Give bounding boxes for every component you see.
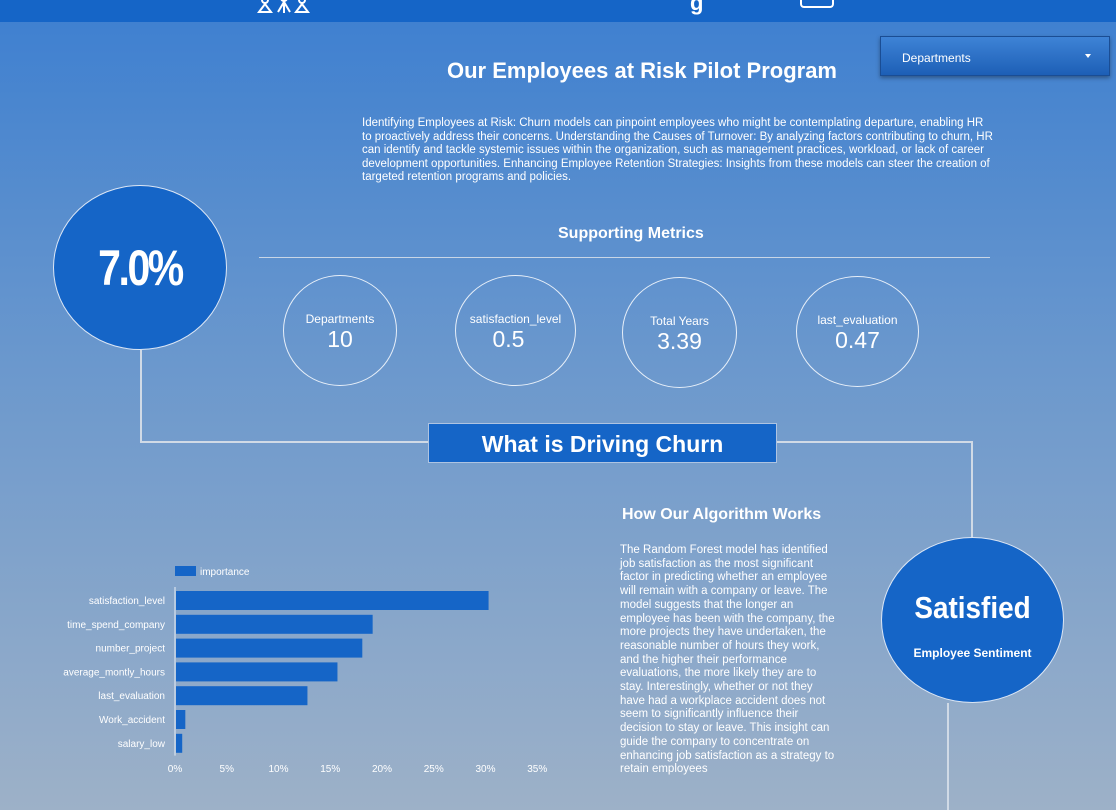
- bar: [176, 591, 489, 610]
- x-tick-label: 25%: [424, 764, 444, 775]
- category-label: salary_low: [118, 739, 166, 750]
- feature-importance-chart: importance satisfaction_level time_spend_c…: [63, 566, 547, 775]
- connector-line: [140, 441, 428, 443]
- connector-line: [777, 441, 973, 443]
- category-label: satisfaction_level: [89, 596, 165, 607]
- document-icon: [800, 0, 834, 8]
- churn-rate-circle: 7.0%: [53, 185, 227, 350]
- metric-value: 0.47: [835, 327, 880, 353]
- churn-rate-value: 7.0%: [98, 239, 184, 296]
- supporting-metrics-title: Supporting Metrics: [558, 225, 704, 242]
- category-label: time_spend_company: [67, 620, 165, 631]
- people-icon: [257, 0, 310, 13]
- legend-label: importance: [200, 567, 250, 578]
- category-label: last_evaluation: [98, 691, 165, 702]
- sentiment-label: Employee Sentiment: [913, 646, 1032, 660]
- category-label: Work_accident: [99, 715, 165, 726]
- top-header-bar: g: [0, 0, 1116, 22]
- metric-satisfaction-level: satisfaction_level 0.5: [455, 275, 576, 386]
- metric-label: satisfaction_level: [469, 312, 562, 326]
- algorithm-title: How Our Algorithm Works: [622, 506, 822, 523]
- category-label: number_project: [96, 644, 166, 655]
- metric-label: Total Years: [650, 314, 709, 328]
- page-title: Our Employees at Risk Pilot Program: [446, 58, 837, 83]
- metric-label: Departments: [305, 312, 375, 326]
- metric-departments: Departments 10: [283, 275, 397, 386]
- x-tick-label: 0%: [168, 764, 183, 775]
- metric-total-years: Total Years 3.39: [622, 277, 737, 388]
- bar: [176, 686, 308, 706]
- bar: [176, 710, 186, 729]
- metric-label: last_evaluation: [817, 313, 898, 327]
- x-tick-label: 10%: [268, 764, 288, 775]
- sentiment-value: Satisfied: [914, 590, 1031, 625]
- bar: [176, 733, 183, 753]
- sentiment-circle: Satisfied Employee Sentiment: [881, 537, 1064, 703]
- connector-line: [140, 350, 142, 443]
- metric-value: 0.5: [492, 326, 525, 352]
- x-tick-label: 20%: [372, 764, 392, 775]
- connector-line: [947, 703, 949, 810]
- x-tick-label: 5%: [220, 764, 235, 775]
- divider: [259, 257, 990, 258]
- legend-swatch: [175, 566, 196, 576]
- x-tick-label: 15%: [320, 764, 340, 775]
- metric-last-evaluation: last_evaluation 0.47: [796, 276, 919, 387]
- bar: [176, 638, 363, 658]
- metric-value: 10: [327, 326, 353, 352]
- header-title-fragment-icon: g: [690, 0, 704, 15]
- bar: [176, 662, 338, 682]
- intro-paragraph: Identifying Employees at Risk: Churn mod…: [362, 117, 993, 184]
- category-label: average_montly_hours: [63, 667, 165, 678]
- algorithm-description: The Random Forest model has identified j…: [620, 544, 835, 776]
- metric-value: 3.39: [657, 328, 702, 354]
- connector-line: [971, 441, 973, 537]
- bar: [176, 614, 373, 634]
- driving-churn-banner: What is Driving Churn: [428, 423, 777, 463]
- x-tick-label: 35%: [527, 764, 547, 775]
- x-tick-label: 30%: [475, 764, 495, 775]
